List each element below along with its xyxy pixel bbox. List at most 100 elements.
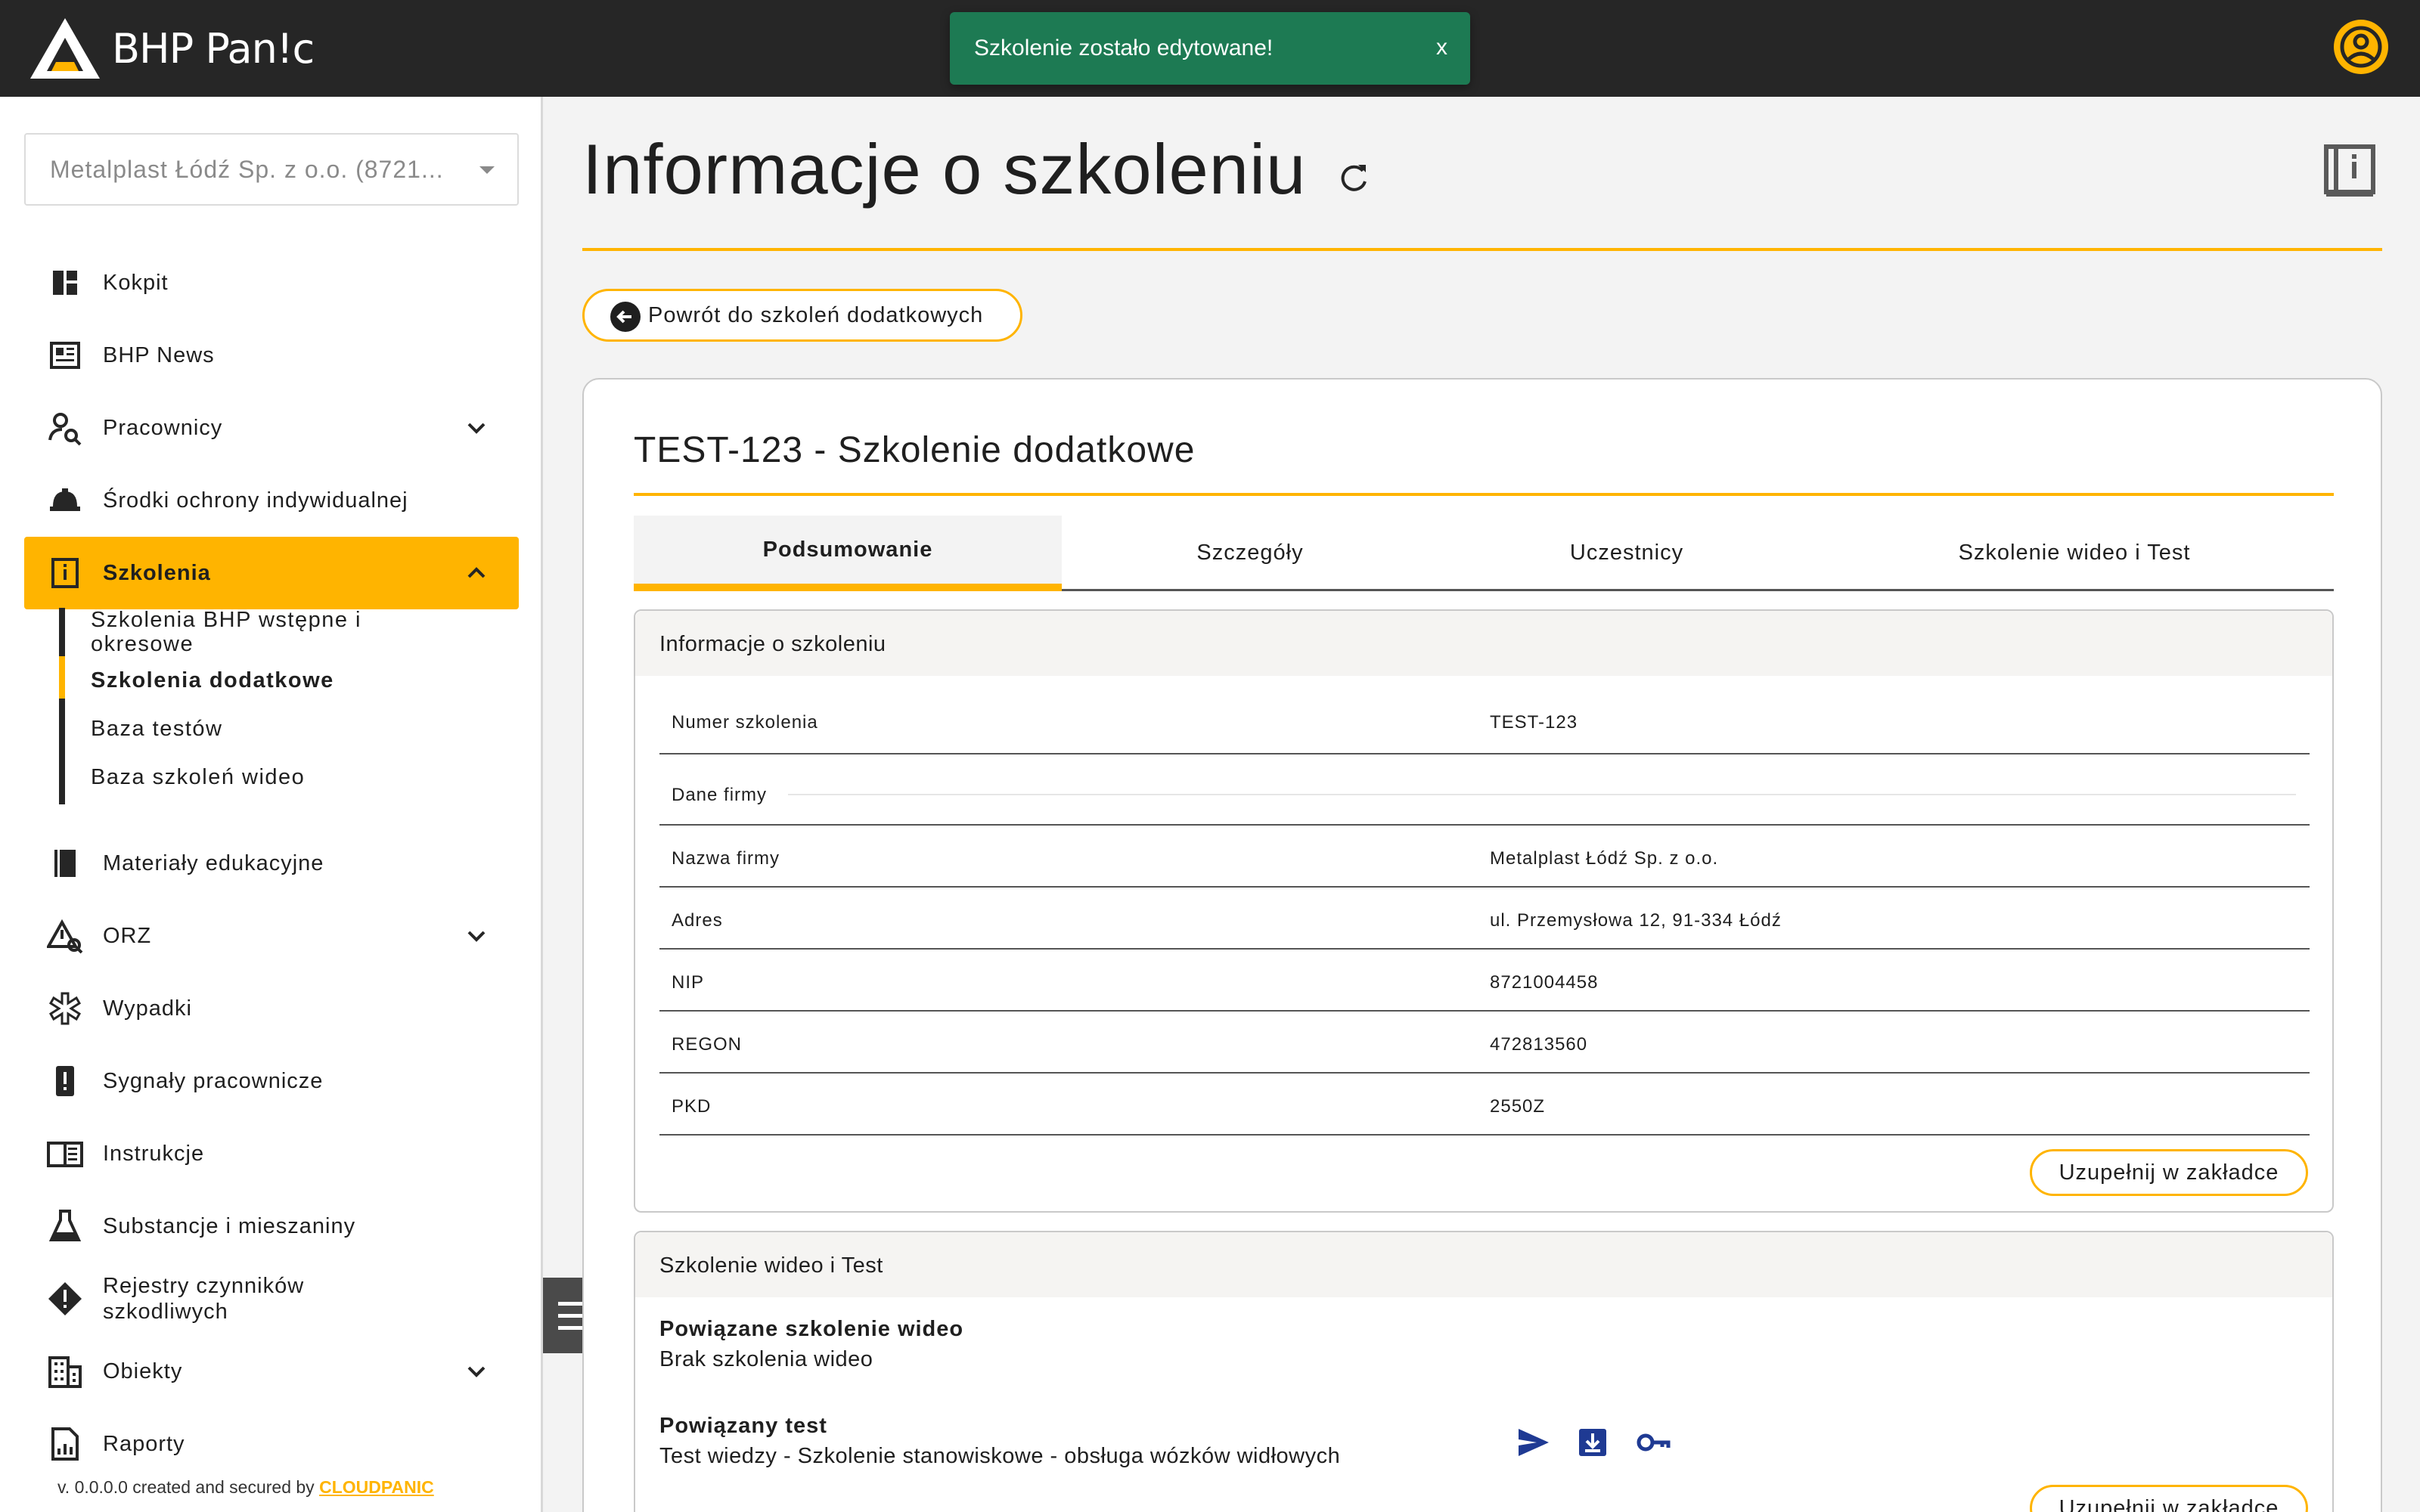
info-key: Nazwa firmy (672, 848, 780, 869)
sidebar-item-label: Substancje i mieszaniny (103, 1214, 356, 1238)
sidebar-subitem-baza-testow[interactable]: Baza testów (91, 717, 222, 741)
chevron-down-icon (467, 423, 486, 434)
toast-close-button[interactable]: x (1436, 35, 1447, 60)
download-icon[interactable] (1575, 1424, 1611, 1461)
logo-icon (30, 18, 100, 79)
footer-brand-link[interactable]: CLOUDPANIC (319, 1477, 434, 1497)
tab-uczestnicy[interactable]: Uczestnicy (1438, 516, 1815, 590)
page-title: Informacje o szkoleniu (582, 129, 1307, 209)
sidebar-item-label: BHP News (103, 343, 215, 367)
fill-in-tab-button[interactable]: Uzupełnij w zakładce (2030, 1149, 2308, 1196)
test-value: Test wiedzy - Szkolenie stanowiskowe - o… (659, 1444, 1341, 1468)
sidebar-item-bhp-news[interactable]: BHP News (24, 319, 519, 392)
sidebar: Metalplast Łódź Sp. z o.o. (8721... Kokp… (0, 97, 543, 1512)
refresh-icon[interactable] (1336, 160, 1372, 197)
chevron-down-icon (467, 1366, 486, 1377)
sidebar-item-label: Kokpit (103, 271, 169, 295)
sidebar-item-kokpit[interactable]: Kokpit (24, 246, 519, 319)
sidebar-item-materialy[interactable]: Materiały edukacyjne (24, 827, 519, 900)
sidebar-item-label: Obiekty (103, 1359, 183, 1383)
sidebar-item-substancje[interactable]: Substancje i mieszaniny (24, 1190, 519, 1263)
sidebar-item-szkolenia[interactable]: Szkolenia (24, 537, 519, 609)
user-account-icon[interactable] (2334, 20, 2388, 74)
sidebar-item-pracownicy[interactable]: Pracownicy (24, 392, 519, 464)
chevron-down-icon (467, 931, 486, 942)
sidebar-item-label: Pracownicy (103, 416, 223, 440)
sidebar-item-label: Sygnały pracownicze (103, 1069, 324, 1093)
sidebar-item-label: Materiały edukacyjne (103, 851, 324, 875)
sidebar-item-label: Szkolenia (103, 561, 211, 585)
sidebar-item-wypadki[interactable]: Wypadki (24, 972, 519, 1045)
info-key: Adres (672, 910, 723, 931)
dropdown-caret-icon (479, 166, 495, 174)
sidebar-item-raporty[interactable]: Raporty (24, 1408, 519, 1480)
sidebar-item-label: Rejestry czynników szkodliwych (103, 1274, 305, 1324)
sidebar-item-sygnaly[interactable]: Sygnały pracownicze (24, 1045, 519, 1117)
subnav-active-marker (59, 656, 65, 699)
card-title-divider (634, 493, 2334, 496)
sidebar-subitem-baza-wideo[interactable]: Baza szkoleń wideo (91, 765, 305, 789)
sidebar-item-rejestry[interactable]: Rejestry czynników szkodliwych (24, 1263, 519, 1335)
info-key: Numer szkolenia (672, 712, 818, 733)
company-select-value: Metalplast Łódź Sp. z o.o. (8721... (50, 156, 444, 183)
key-icon[interactable] (1635, 1424, 1671, 1461)
sidebar-item-label: Raporty (103, 1432, 185, 1456)
sidebar-item-obiekty[interactable]: Obiekty (24, 1335, 519, 1408)
tab-szkolenie-wideo-test[interactable]: Szkolenie wideo i Test (1815, 516, 2334, 590)
footer-note: v. 0.0.0.0 created and secured by CLOUDP… (57, 1477, 434, 1498)
signal-exclamation-icon (56, 1066, 74, 1096)
sidebar-item-label: Środki ochrony indywidualnej (103, 488, 408, 513)
info-row: REGON 472813560 (659, 1012, 2310, 1074)
news-icon (50, 342, 80, 369)
instruction-book-icon (47, 1142, 83, 1167)
chevron-up-icon (467, 567, 486, 578)
flask-icon (48, 1210, 82, 1241)
info-value: 8721004458 (1490, 972, 1599, 993)
footer-version: v. 0.0.0.0 created and secured by (57, 1477, 320, 1497)
info-book-icon[interactable] (2323, 144, 2376, 200)
book-icon (54, 850, 76, 877)
sidebar-item-instrukcje[interactable]: Instrukcje (24, 1117, 519, 1190)
info-value: 2550Z (1490, 1096, 1546, 1117)
sidebar-item-label: ORZ (103, 924, 152, 948)
medical-star-icon (48, 992, 82, 1025)
sidebar-item-ppe[interactable]: Środki ochrony indywidualnej (24, 464, 519, 537)
success-toast: Szkolenie zostało edytowane! x (950, 12, 1470, 85)
people-search-icon (48, 413, 82, 446)
toast-message: Szkolenie zostało edytowane! (974, 36, 1274, 60)
sidebar-subitem-dodatkowe[interactable]: Szkolenia dodatkowe (91, 668, 334, 692)
training-book-icon (51, 558, 79, 588)
helmet-icon (50, 488, 80, 511)
info-value: TEST-123 (1490, 712, 1578, 733)
sidebar-item-label: Instrukcje (103, 1142, 205, 1166)
title-divider (582, 248, 2382, 251)
tab-szczegoly[interactable]: Szczegóły (1062, 516, 1438, 590)
hazard-icon (48, 1282, 82, 1315)
building-icon (48, 1356, 82, 1388)
info-row: Numer szkolenia TEST-123 (659, 676, 2310, 754)
fill-in-tab-button[interactable]: Uzupełnij w zakładce (2030, 1485, 2308, 1512)
info-panel-title: Informacje o szkoleniu (635, 611, 2332, 676)
send-icon[interactable] (1516, 1424, 1552, 1461)
dashboard-icon (53, 271, 77, 295)
sidebar-item-orz[interactable]: ORZ (24, 900, 519, 972)
tab-podsumowanie[interactable]: Podsumowanie (634, 516, 1062, 591)
top-bar: BHP Pan!c Szkolenie zostało edytowane! x (0, 0, 2420, 97)
info-value: Metalplast Łódź Sp. z o.o. (1490, 848, 1719, 869)
section-line (788, 794, 2296, 795)
video-label: Powiązane szkolenie wideo (659, 1317, 964, 1341)
video-value: Brak szkolenia wideo (659, 1347, 873, 1371)
info-row: Nazwa firmy Metalplast Łódź Sp. z o.o. (659, 826, 2310, 888)
sidebar-item-label: Wypadki (103, 996, 192, 1021)
card-title: TEST-123 - Szkolenie dodatkowe (634, 430, 1196, 470)
info-row: NIP 8721004458 (659, 950, 2310, 1012)
app-logo[interactable]: BHP Pan!c (29, 17, 315, 80)
info-key: REGON (672, 1034, 743, 1055)
training-card: TEST-123 - Szkolenie dodatkowe Podsumowa… (582, 378, 2382, 1512)
tab-bar: Podsumowanie Szczegóły Uczestnicy Szkole… (634, 516, 2334, 591)
section-label: Dane firmy (672, 785, 768, 805)
sidebar-subitem-bhp-wstepne[interactable]: Szkolenia BHP wstępne i okresowe (91, 608, 408, 656)
company-select[interactable]: Metalplast Łódź Sp. z o.o. (8721... (24, 133, 519, 206)
back-button[interactable]: Powrót do szkoleń dodatkowych (582, 289, 1022, 342)
info-panel: Informacje o szkoleniu Numer szkolenia T… (634, 609, 2334, 1213)
